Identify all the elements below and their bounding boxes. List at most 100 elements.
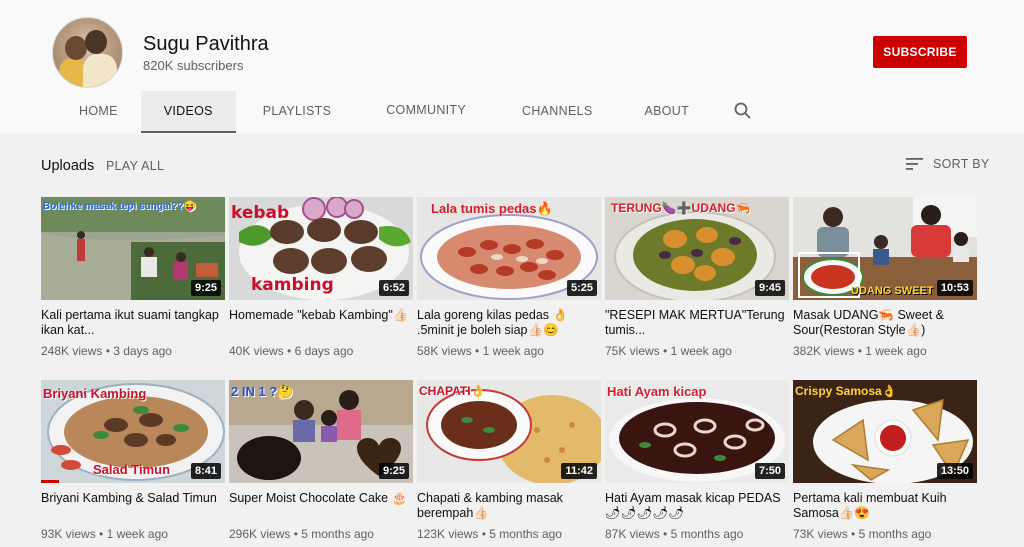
view-count: 248K views <box>41 344 103 358</box>
upload-age: 1 week ago <box>865 344 927 358</box>
tab-videos[interactable]: VIDEOS <box>140 91 236 133</box>
video-title[interactable]: Super Moist Chocolate Cake 🎂 <box>229 491 413 521</box>
upload-age: 5 months ago <box>489 527 562 541</box>
video-title[interactable]: Briyani Kambing & Salad Timun <box>41 491 225 521</box>
video-duration: 9:45 <box>754 280 785 296</box>
video-meta: 296K views • 5 months ago <box>229 527 374 541</box>
video-thumbnail[interactable]: Lala tumis pedas🔥 5:25 <box>417 197 601 300</box>
video-card[interactable]: Hati Ayam kicap 7:50 Hati Ayam masak kic… <box>605 380 789 541</box>
search-icon[interactable] <box>733 101 753 121</box>
tab-home[interactable]: HOME <box>56 91 141 132</box>
video-duration: 9:25 <box>190 280 221 296</box>
view-count: 40K views <box>229 344 284 358</box>
video-meta: 40K views • 6 days ago <box>229 344 354 358</box>
video-thumbnail[interactable]: TERUNG🍆➕UDANG🦐 9:45 <box>605 197 789 300</box>
thumbnail-caption: Bolehke masak tepi sungai??😝 <box>43 201 197 212</box>
upload-age: 3 days ago <box>113 344 172 358</box>
channel-tabs: HOME VIDEOS PLAYLISTS COMMUNITY CHANNELS… <box>56 91 713 134</box>
view-count: 58K views <box>417 344 472 358</box>
video-title[interactable]: Kali pertama ikut suami tangkap ikan kat… <box>41 308 225 338</box>
channel-name: Sugu Pavithra <box>143 33 269 55</box>
sort-by-label: SORT BY <box>933 157 990 171</box>
subscriber-count: 820K subscribers <box>143 58 244 73</box>
video-card[interactable]: UDANG SWEET 10:53 Masak UDANG🦐 Sweet & S… <box>793 197 977 358</box>
upload-age: 1 week ago <box>670 344 732 358</box>
tab-playlists[interactable]: PLAYLISTS <box>236 91 358 132</box>
view-count: 87K views <box>605 527 660 541</box>
video-title[interactable]: Chapati & kambing masak berempah👍🏻 <box>417 491 601 521</box>
thumbnail-caption: 2 IN 1 ?🤔 <box>231 384 294 399</box>
tab-channels[interactable]: CHANNELS <box>494 91 620 132</box>
thumbnail-caption: kebab <box>231 203 290 223</box>
thumbnail-caption: TERUNG🍆➕UDANG🦐 <box>611 201 751 215</box>
thumbnail-caption: Crispy Samosa👌 <box>795 384 897 398</box>
thumbnail-caption: UDANG SWEET <box>851 285 934 297</box>
video-duration: 9:25 <box>378 463 409 479</box>
video-card[interactable]: Lala tumis pedas🔥 5:25 Lala goreng kilas… <box>417 197 601 358</box>
thumbnail-caption-secondary: Salad Timun <box>93 462 171 477</box>
video-duration: 13:50 <box>936 463 973 479</box>
upload-age: 6 days ago <box>294 344 354 358</box>
video-meta: 73K views • 5 months ago <box>793 527 932 541</box>
view-count: 382K views <box>793 344 855 358</box>
video-thumbnail[interactable]: CHAPATI👌 11:42 <box>417 380 601 483</box>
video-duration: 11:42 <box>561 463 597 479</box>
video-card[interactable]: Briyani Kambing Salad Timun 8:41 Briyani… <box>41 380 225 541</box>
uploads-heading[interactable]: Uploads <box>41 158 94 174</box>
video-card[interactable]: kebab kambing 6:52 Homemade "kebab Kambi… <box>229 197 413 358</box>
upload-age: 5 months ago <box>301 527 374 541</box>
video-meta: 58K views • 1 week ago <box>417 344 544 358</box>
view-count: 93K views <box>41 527 96 541</box>
thumbnail-caption: Hati Ayam kicap <box>607 384 707 399</box>
thumbnail-caption: Lala tumis pedas🔥 <box>431 201 553 216</box>
video-duration: 5:25 <box>566 280 597 296</box>
video-title[interactable]: Masak UDANG🦐 Sweet & Sour(Restoran Style… <box>793 308 977 338</box>
video-thumbnail[interactable]: Crispy Samosa👌 13:50 <box>793 380 977 483</box>
video-thumbnail[interactable]: kebab kambing 6:52 <box>229 197 413 300</box>
video-meta: 248K views • 3 days ago <box>41 344 172 358</box>
video-duration: 8:41 <box>190 463 221 479</box>
play-all-button[interactable]: PLAY ALL <box>106 159 164 173</box>
video-thumbnail[interactable]: Briyani Kambing Salad Timun 8:41 <box>41 380 225 483</box>
tab-community[interactable]: COMMUNITY <box>358 91 494 132</box>
video-meta: 123K views • 5 months ago <box>417 527 562 541</box>
video-thumbnail[interactable]: 2 IN 1 ?🤔 9:25 <box>229 380 413 483</box>
video-duration: 7:50 <box>754 463 785 479</box>
video-thumbnail[interactable]: UDANG SWEET 10:53 <box>793 197 977 300</box>
video-title[interactable]: Pertama kali membuat Kuih Samosa👍🏻😍 <box>793 491 977 521</box>
video-card[interactable]: Bolehke masak tepi sungai??😝 9:25 Kali p… <box>41 197 225 358</box>
upload-age: 1 week ago <box>106 527 168 541</box>
video-thumbnail[interactable]: Hati Ayam kicap 7:50 <box>605 380 789 483</box>
tab-about[interactable]: ABOUT <box>621 91 714 132</box>
thumbnail-caption: Briyani Kambing <box>43 386 147 401</box>
video-card[interactable]: Crispy Samosa👌 13:50 Pertama kali membua… <box>793 380 977 541</box>
video-card[interactable]: CHAPATI👌 11:42 Chapati & kambing masak b… <box>417 380 601 541</box>
subscribe-button[interactable]: SUBSCRIBE <box>873 36 967 68</box>
video-thumbnail[interactable]: Bolehke masak tepi sungai??😝 9:25 <box>41 197 225 300</box>
video-card[interactable]: TERUNG🍆➕UDANG🦐 9:45 "RESEPI MAK MERTUA"T… <box>605 197 789 358</box>
video-title[interactable]: "RESEPI MAK MERTUA"Terung tumis... <box>605 308 789 338</box>
video-title[interactable]: Hati Ayam masak kicap PEDAS🌶🌶🌶🌶🌶 <box>605 491 789 521</box>
video-title[interactable]: Lala goreng kilas pedas 👌 .5minit je bol… <box>417 308 601 338</box>
channel-avatar[interactable] <box>52 17 123 88</box>
view-count: 73K views <box>793 527 848 541</box>
channel-header: Sugu Pavithra 820K subscribers SUBSCRIBE… <box>0 0 1024 134</box>
video-meta: 75K views • 1 week ago <box>605 344 732 358</box>
sort-by-button[interactable]: SORT BY <box>906 157 990 171</box>
video-meta: 93K views • 1 week ago <box>41 527 168 541</box>
watch-progress-bar <box>41 480 59 483</box>
thumbnail-caption: CHAPATI👌 <box>419 384 486 398</box>
video-title[interactable]: Homemade "kebab Kambing"👍🏻 <box>229 308 413 338</box>
video-meta: 87K views • 5 months ago <box>605 527 744 541</box>
upload-age: 1 week ago <box>482 344 544 358</box>
video-duration: 6:52 <box>378 280 409 296</box>
view-count: 123K views <box>417 527 479 541</box>
view-count: 296K views <box>229 527 291 541</box>
sort-icon <box>906 158 923 170</box>
upload-age: 5 months ago <box>670 527 744 541</box>
video-card[interactable]: 2 IN 1 ?🤔 9:25 Super Moist Chocolate Cak… <box>229 380 413 541</box>
view-count: 75K views <box>605 344 660 358</box>
thumbnail-caption-secondary: kambing <box>251 275 334 295</box>
video-duration: 10:53 <box>936 280 973 296</box>
upload-age: 5 months ago <box>858 527 932 541</box>
